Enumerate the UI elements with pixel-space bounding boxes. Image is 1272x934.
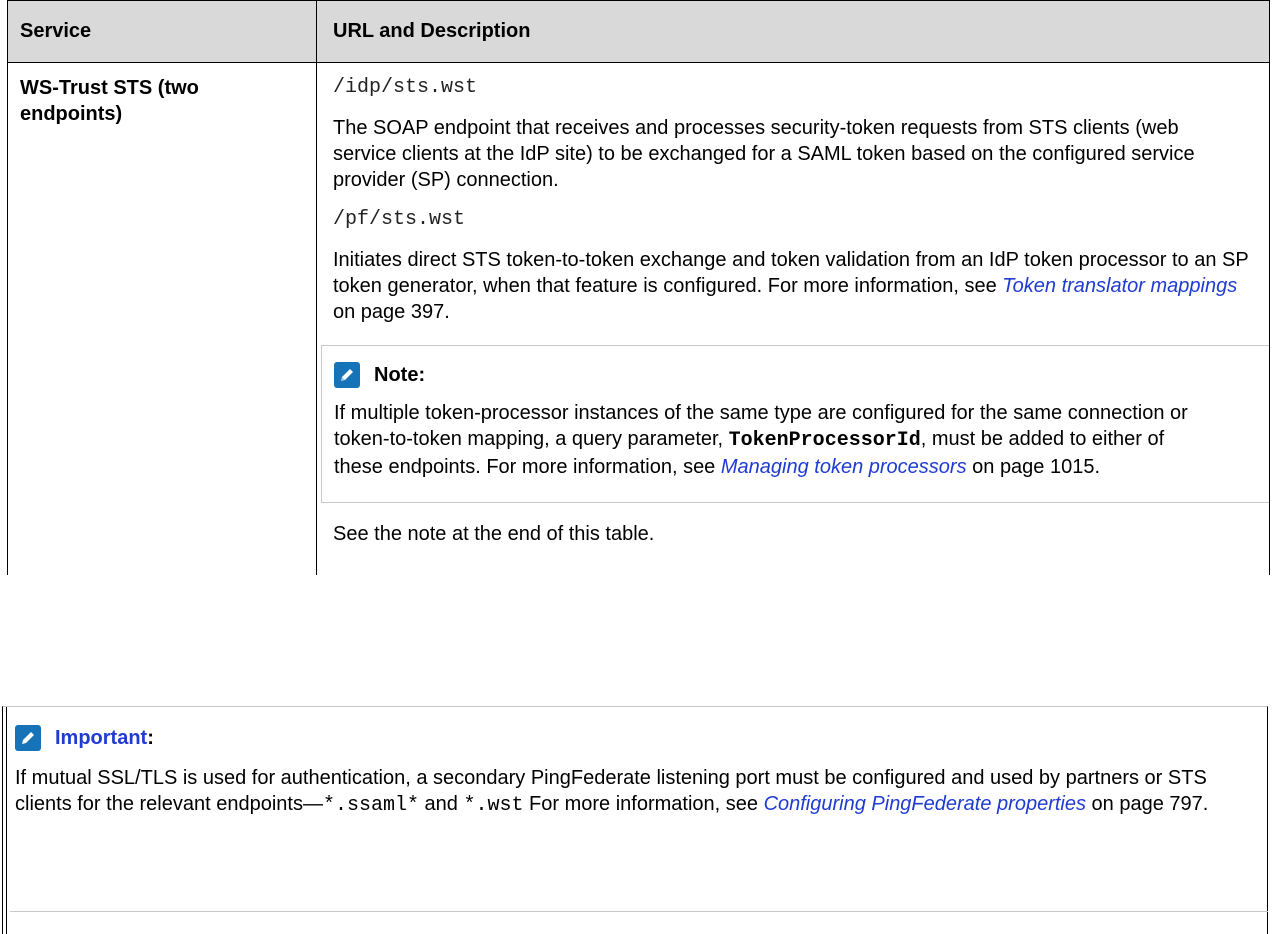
- link-managing-token-processors[interactable]: Managing token processors: [721, 456, 967, 478]
- service-name: WS-Trust STS (two endpoints): [7, 62, 317, 575]
- note-text-page: on page 1015.: [966, 456, 1101, 478]
- endpoint-pf-sts: /pf/sts.wst: [333, 208, 466, 231]
- header-service: Service: [7, 0, 317, 63]
- table-row: WS-Trust STS (two endpoints) /idp/sts.ws…: [7, 62, 1270, 575]
- link-configuring-pingfederate-properties[interactable]: Configuring PingFederate properties: [764, 793, 1086, 815]
- important-text-page: on page 797.: [1085, 793, 1209, 815]
- important-callout: Important: If mutual SSL/TLS is used for…: [2, 706, 1268, 934]
- note-title: Note:: [374, 364, 426, 386]
- pencil-icon: [334, 362, 360, 388]
- service-label: WS-Trust STS (two endpoints): [20, 77, 199, 125]
- endpoint-idp-sts: /idp/sts.wst: [333, 76, 478, 99]
- table-header-row: Service URL and Description: [7, 0, 1270, 63]
- note-text: If multiple token-processor instances of…: [334, 400, 1269, 480]
- link-token-translator-mappings[interactable]: Token translator mappings: [1002, 275, 1237, 297]
- important-text-mid: For more information, see: [523, 793, 764, 815]
- code-ssaml: *.ssaml*: [322, 794, 419, 817]
- header-url-description: URL and Description: [316, 0, 1270, 63]
- important-title[interactable]: Important: [55, 727, 147, 749]
- pf-desc-page: on page 397.: [333, 301, 450, 323]
- code-wst: *.wst: [463, 794, 524, 817]
- important-colon: :: [147, 727, 154, 749]
- endpoint-pf-description: Initiates direct STS token-to-token exch…: [333, 247, 1269, 325]
- note-callout: Note: If multiple token-processor instan…: [321, 345, 1269, 503]
- param-token-processor-id: TokenProcessorId: [728, 429, 921, 452]
- pencil-icon: [15, 725, 41, 751]
- important-text-and: and: [418, 793, 464, 815]
- services-table: Service URL and Description WS-Trust STS…: [7, 0, 1270, 575]
- important-text: If mutual SSL/TLS is used for authentica…: [15, 765, 1267, 819]
- see-note-text: See the note at the end of this table.: [333, 523, 655, 545]
- description-cell: /idp/sts.wst The SOAP endpoint that rece…: [316, 62, 1270, 575]
- endpoint-idp-description: The SOAP endpoint that receives and proc…: [333, 117, 1195, 191]
- bottom-divider: [10, 911, 1268, 912]
